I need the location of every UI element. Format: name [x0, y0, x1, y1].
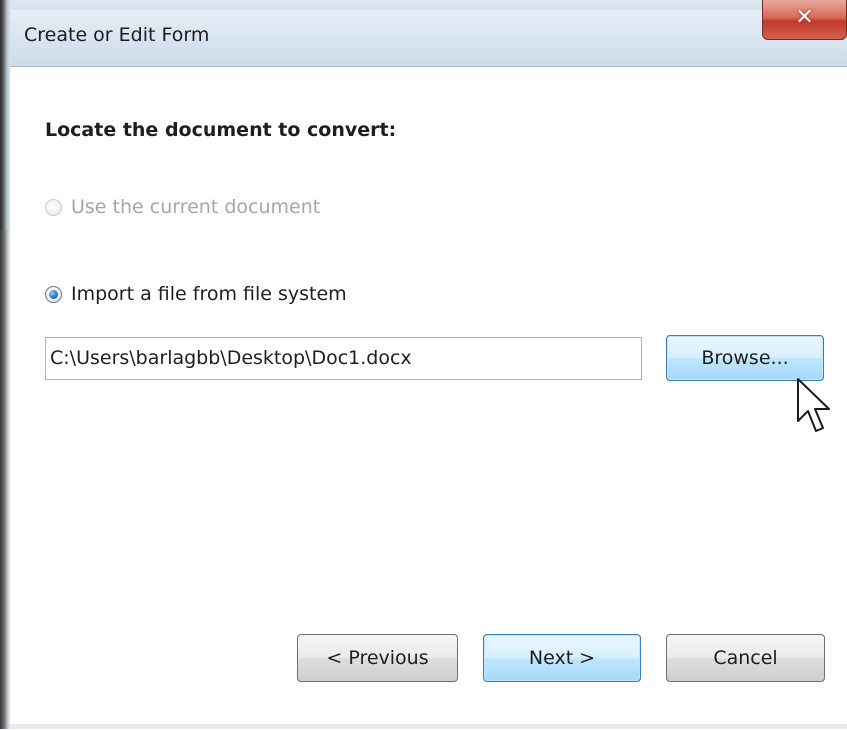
window-left-border-shadow	[0, 0, 10, 230]
previous-button[interactable]: < Previous	[297, 634, 458, 682]
dialog-content: Locate the document to convert: Use the …	[10, 66, 847, 730]
section-heading: Locate the document to convert:	[45, 119, 397, 141]
option-use-current-document: Use the current document	[45, 196, 320, 218]
use-current-document-radio	[45, 198, 62, 216]
close-icon: ✕	[795, 5, 814, 30]
create-edit-form-dialog: Create or Edit Form ✕ Locate the documen…	[0, 0, 847, 730]
mouse-pointer-icon	[797, 378, 830, 432]
window-bottom-border	[10, 724, 847, 729]
window-title: Create or Edit Form	[24, 24, 210, 46]
use-current-document-label: Use the current document	[71, 196, 321, 218]
import-file-radio[interactable]	[45, 285, 62, 303]
next-button[interactable]: Next >	[483, 634, 641, 682]
browse-button[interactable]: Browse...	[666, 335, 824, 381]
cancel-button[interactable]: Cancel	[666, 634, 825, 682]
file-path-input[interactable]: C:\Users\barlagbb\Desktop\Doc1.docx	[45, 337, 642, 380]
import-file-label[interactable]: Import a file from file system	[71, 283, 347, 305]
radio-selected-dot	[49, 289, 58, 299]
close-button[interactable]: ✕	[762, 0, 847, 40]
option-import-file[interactable]: Import a file from file system	[45, 283, 347, 305]
